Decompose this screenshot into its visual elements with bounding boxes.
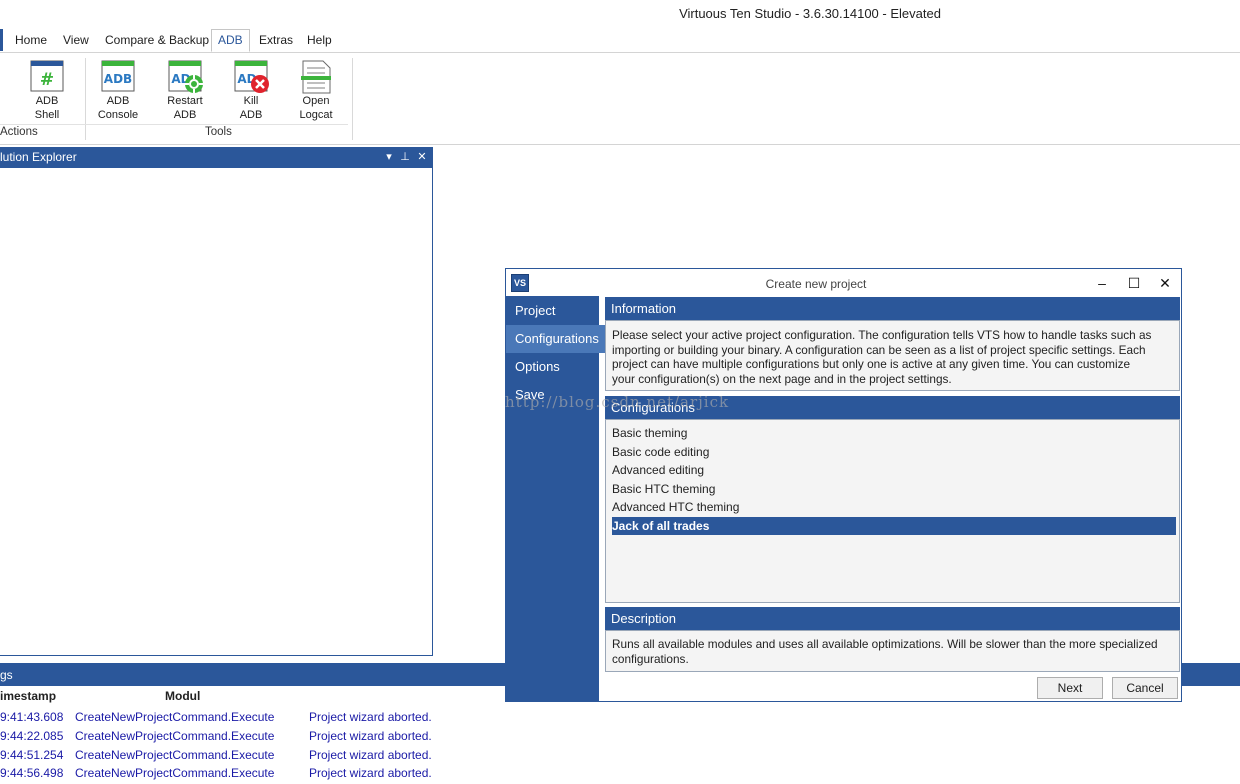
adb-console-button[interactable]: ADB ADB Console	[90, 60, 146, 122]
open-logcat-label-2: Logcat	[299, 109, 333, 121]
log-time: 9:44:22.085	[0, 729, 64, 743]
information-box: Please select your active project config…	[605, 320, 1180, 391]
description-text-line: Runs all available modules and uses all …	[612, 637, 1158, 651]
log-column-timestamp[interactable]: imestamp	[0, 689, 56, 703]
log-column-modul[interactable]: Modul	[165, 689, 200, 703]
minimize-icon[interactable]: –	[1087, 272, 1117, 294]
configurations-list: Basic theming Basic code editing Advance…	[605, 419, 1180, 603]
restart-adb-button[interactable]: AD Restart ADB	[157, 60, 213, 122]
logs-title: gs	[0, 668, 13, 682]
log-module: CreateNewProjectCommand.Execute	[75, 729, 275, 743]
adb-shell-label-2: Shell	[34, 109, 60, 121]
kill-adb-icon: AD	[234, 60, 269, 93]
menu-compare-backup[interactable]: Compare & Backup	[99, 29, 215, 51]
dialog-titlebar[interactable]: VS Create new project – ☐ ✕	[506, 269, 1181, 296]
description-text-line: configurations.	[612, 652, 689, 666]
solution-explorer-header: lution Explorer ▾ ⊥ ✕	[0, 147, 433, 168]
configuration-item[interactable]: Basic theming	[612, 424, 1176, 442]
configuration-item-selected[interactable]: Jack of all trades	[612, 517, 1176, 535]
menu-adb[interactable]: ADB	[211, 29, 250, 52]
app-title: Virtuous Ten Studio - 3.6.30.14100 - Ele…	[679, 6, 941, 21]
create-project-dialog: VS Create new project – ☐ ✕ Project Conf…	[505, 268, 1182, 702]
maximize-icon[interactable]: ☐	[1119, 272, 1149, 294]
solution-explorer-panel	[0, 168, 433, 656]
adb-shell-icon: #	[30, 60, 64, 92]
description-heading: Description	[605, 607, 1180, 630]
menu-extras[interactable]: Extras	[253, 29, 299, 51]
kill-adb-button[interactable]: AD Kill ADB	[223, 60, 279, 122]
adb-shell-label-1: ADB	[35, 95, 59, 107]
open-logcat-icon	[299, 60, 333, 94]
nav-configurations[interactable]: Configurations	[506, 325, 605, 353]
dialog-title: Create new project	[765, 277, 867, 291]
console-adb-glyph: ADB	[104, 72, 132, 86]
shell-hash-glyph: #	[40, 70, 54, 90]
log-message: Project wizard aborted.	[309, 748, 432, 762]
cancel-button[interactable]: Cancel	[1112, 677, 1178, 699]
information-text-line: project can have multiple configurations…	[612, 357, 1131, 372]
restart-adb-label-2: ADB	[173, 109, 197, 121]
configuration-item[interactable]: Advanced HTC theming	[612, 498, 1176, 516]
kill-adb-label-2: ADB	[239, 109, 263, 121]
log-time: 9:44:56.498	[0, 766, 64, 780]
configuration-item[interactable]: Advanced editing	[612, 461, 1176, 479]
kill-adb-label-1: Kill	[243, 95, 259, 107]
menu-left-edge	[0, 29, 3, 51]
log-time: 9:44:51.254	[0, 748, 64, 762]
log-message: Project wizard aborted.	[309, 710, 432, 724]
open-logcat-label-1: Open	[302, 95, 330, 107]
nav-options[interactable]: Options	[506, 353, 605, 381]
information-text-line: Please select your active project config…	[612, 328, 1152, 342]
ribbon-group-separator	[352, 58, 353, 140]
open-logcat-button[interactable]: Open Logcat	[288, 60, 344, 122]
next-button[interactable]: Next	[1037, 677, 1103, 699]
log-module: CreateNewProjectCommand.Execute	[75, 748, 275, 762]
description-box: Runs all available modules and uses all …	[605, 630, 1180, 672]
close-icon[interactable]: ✕	[1150, 272, 1180, 294]
log-module: CreateNewProjectCommand.Execute	[75, 766, 275, 780]
configuration-item[interactable]: Basic HTC theming	[612, 480, 1176, 498]
ribbon-group-tools: Tools	[205, 126, 232, 138]
nav-project[interactable]: Project	[506, 297, 605, 325]
information-text-line: importing or building your binary. A con…	[612, 342, 1146, 357]
restart-adb-icon: AD	[168, 60, 203, 93]
menu-home[interactable]: Home	[9, 29, 53, 51]
information-heading: Information	[605, 297, 1180, 320]
watermark: http://blog.csdn.net/arjick	[505, 393, 730, 411]
ribbon-bottom-divider	[0, 144, 1240, 145]
ribbon-group-separator	[85, 58, 86, 140]
log-time: 9:41:43.608	[0, 710, 64, 724]
adb-console-label-2: Console	[97, 109, 139, 121]
ribbon-group-actions: Actions	[0, 126, 38, 138]
solution-explorer-title: lution Explorer	[0, 150, 77, 164]
restart-adb-label-1: Restart	[167, 95, 203, 107]
close-icon[interactable]: ✕	[415, 150, 429, 163]
adb-shell-button[interactable]: # ADB Shell	[19, 60, 75, 122]
adb-console-icon: ADB	[101, 60, 135, 92]
log-message: Project wizard aborted.	[309, 729, 432, 743]
dropdown-icon[interactable]: ▾	[382, 150, 396, 163]
menu-help[interactable]: Help	[301, 29, 338, 51]
log-module: CreateNewProjectCommand.Execute	[75, 710, 275, 724]
pin-icon[interactable]: ⊥	[398, 150, 412, 163]
log-message: Project wizard aborted.	[309, 766, 432, 780]
menu-view[interactable]: View	[57, 29, 95, 51]
information-text-line: your configuration(s) on the next page a…	[612, 371, 952, 386]
ribbon-group-label-divider	[0, 124, 348, 125]
configuration-item[interactable]: Basic code editing	[612, 443, 1176, 461]
adb-console-label-1: ADB	[106, 95, 130, 107]
